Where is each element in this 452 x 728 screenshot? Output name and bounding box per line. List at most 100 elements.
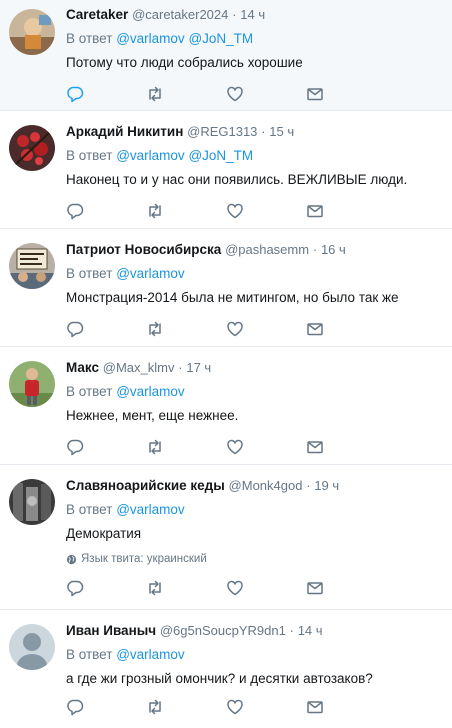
- mention-link[interactable]: @varlamov: [116, 266, 184, 281]
- author-handle[interactable]: @caretaker2024: [132, 7, 228, 22]
- author-name[interactable]: Аркадий Никитин: [66, 124, 183, 139]
- author-handle[interactable]: @Monk4god: [229, 478, 303, 493]
- tweet[interactable]: Патриот Новосибирска @pashasemm · 16 ч В…: [0, 229, 452, 347]
- avatar[interactable]: [9, 361, 55, 407]
- globe-icon: [66, 554, 77, 564]
- author-handle[interactable]: @Max_klmv: [103, 360, 175, 375]
- reply-button[interactable]: [66, 201, 146, 221]
- reply-context: В ответ @varlamov: [66, 382, 444, 402]
- reply-prefix: В ответ: [66, 266, 113, 281]
- direct-message-button[interactable]: [306, 697, 386, 717]
- avatar[interactable]: [9, 9, 55, 55]
- reply-button[interactable]: [66, 319, 146, 339]
- retweet-button[interactable]: [146, 201, 226, 221]
- direct-message-button[interactable]: [306, 84, 386, 104]
- tweet-header: Славяноарийские кеды @Monk4god · 19 ч: [66, 465, 444, 495]
- author-name[interactable]: Патриот Новосибирска: [66, 242, 221, 257]
- reply-context: В ответ @varlamov @JoN_TM: [66, 29, 444, 49]
- reply-context: В ответ @varlamov: [66, 645, 444, 665]
- author-handle[interactable]: @pashasemm: [225, 242, 309, 257]
- avatar[interactable]: [9, 624, 55, 670]
- like-button[interactable]: [226, 84, 306, 104]
- avatar[interactable]: [9, 125, 55, 171]
- avatar[interactable]: [9, 243, 55, 289]
- envelope-icon: [307, 582, 323, 595]
- tweet-actions: [66, 319, 444, 350]
- retweet-button[interactable]: [146, 697, 226, 717]
- mention-link[interactable]: @varlamov: [116, 647, 184, 662]
- reply-context: В ответ @varlamov: [66, 500, 444, 520]
- mention-link[interactable]: @varlamov: [116, 384, 184, 399]
- envelope-icon: [307, 205, 323, 218]
- retweet-button[interactable]: [146, 84, 226, 104]
- direct-message-button[interactable]: [306, 201, 386, 221]
- tweet-text: Потому что люди собрались хорошие: [66, 55, 303, 70]
- heart-icon: [227, 580, 243, 596]
- tweet-actions: [66, 201, 444, 232]
- tweet-actions: [66, 697, 444, 728]
- heart-icon: [227, 439, 243, 455]
- like-button[interactable]: [226, 578, 306, 598]
- timestamp[interactable]: 19 ч: [314, 478, 339, 493]
- mention-link[interactable]: @varlamov: [116, 148, 184, 163]
- tweet-feed: Caretaker @caretaker2024 · 14 ч В ответ …: [0, 0, 452, 716]
- reply-button[interactable]: [66, 578, 146, 598]
- like-button[interactable]: [226, 201, 306, 221]
- tweet-text: Демократия: [66, 526, 142, 541]
- avatar[interactable]: [9, 479, 55, 525]
- author-name[interactable]: Caretaker: [66, 7, 128, 22]
- separator: ·: [178, 360, 183, 375]
- reply-context: В ответ @varlamov: [66, 264, 444, 284]
- separator: ·: [312, 242, 318, 257]
- timestamp[interactable]: 14 ч: [298, 623, 323, 638]
- separator: ·: [261, 124, 266, 139]
- mention-link[interactable]: @JoN_TM: [188, 31, 253, 46]
- reply-prefix: В ответ: [66, 148, 113, 163]
- author-handle[interactable]: @6g5nSoucpYR9dn1: [160, 623, 286, 638]
- like-button[interactable]: [226, 437, 306, 457]
- tweet[interactable]: Макс @Max_klmv · 17 ч В ответ @varlamov …: [0, 347, 452, 465]
- envelope-icon: [307, 88, 323, 101]
- like-button[interactable]: [226, 697, 306, 717]
- like-button[interactable]: [226, 319, 306, 339]
- separator: ·: [289, 623, 294, 638]
- retweet-button[interactable]: [146, 578, 226, 598]
- retweet-icon: [149, 203, 161, 219]
- reply-icon: [67, 699, 84, 716]
- timestamp[interactable]: 14 ч: [240, 7, 265, 22]
- reply-prefix: В ответ: [66, 31, 113, 46]
- tweet[interactable]: Славяноарийские кеды @Monk4god · 19 ч В …: [0, 465, 452, 610]
- heart-icon: [227, 203, 243, 219]
- retweet-icon: [149, 321, 161, 337]
- heart-icon: [227, 86, 243, 102]
- envelope-icon: [307, 441, 323, 454]
- reply-button[interactable]: [66, 84, 146, 104]
- tweet-header: Иван Иваныч @6g5nSoucpYR9dn1 · 14 ч: [66, 610, 444, 640]
- mention-link[interactable]: @JoN_TM: [188, 148, 253, 163]
- tweet[interactable]: Caretaker @caretaker2024 · 14 ч В ответ …: [0, 0, 452, 111]
- direct-message-button[interactable]: [306, 578, 386, 598]
- reply-button[interactable]: [66, 697, 146, 717]
- heart-icon: [227, 321, 243, 337]
- mention-link[interactable]: @varlamov: [116, 31, 184, 46]
- tweet-header: Макс @Max_klmv · 17 ч: [66, 347, 444, 377]
- direct-message-button[interactable]: [306, 437, 386, 457]
- separator: ·: [306, 478, 311, 493]
- mention-link[interactable]: @varlamov: [116, 502, 184, 517]
- author-handle[interactable]: @REG1313: [187, 124, 257, 139]
- retweet-button[interactable]: [146, 319, 226, 339]
- timestamp[interactable]: 16 ч: [321, 242, 346, 257]
- author-name[interactable]: Макс: [66, 360, 99, 375]
- reply-button[interactable]: [66, 437, 146, 457]
- envelope-icon: [307, 701, 323, 714]
- tweet-actions: [66, 437, 444, 468]
- author-name[interactable]: Иван Иваныч: [66, 623, 156, 638]
- author-name[interactable]: Славяноарийские кеды: [66, 478, 225, 493]
- tweet[interactable]: Аркадий Никитин @REG1313 · 15 ч В ответ …: [0, 111, 452, 229]
- direct-message-button[interactable]: [306, 319, 386, 339]
- timestamp[interactable]: 17 ч: [186, 360, 211, 375]
- retweet-button[interactable]: [146, 437, 226, 457]
- timestamp[interactable]: 15 ч: [269, 124, 294, 139]
- tweet[interactable]: Иван Иваныч @6g5nSoucpYR9dn1 · 14 ч В от…: [0, 610, 452, 716]
- translation-note[interactable]: Язык твита: украинский: [66, 553, 444, 565]
